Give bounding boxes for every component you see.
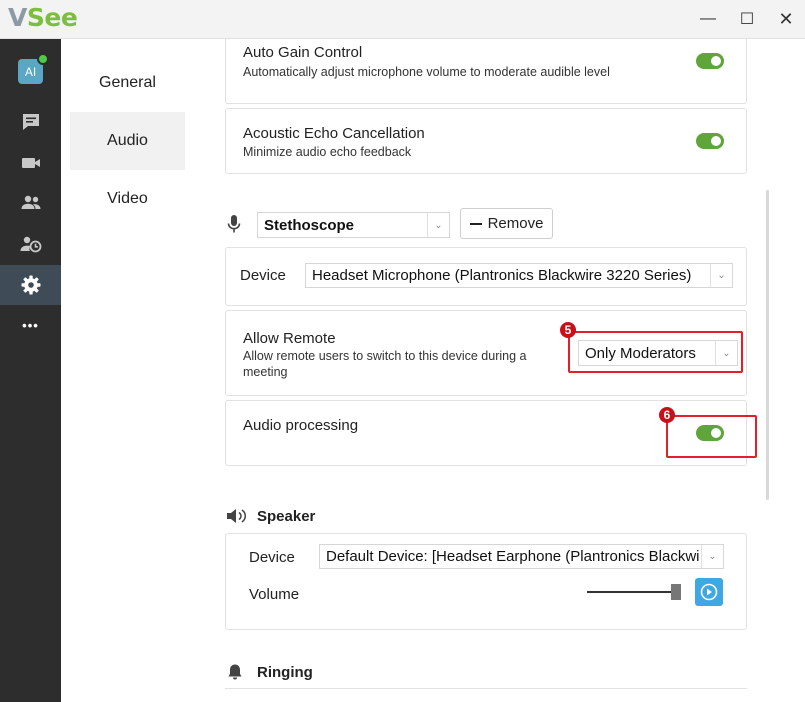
microphone-select[interactable]: Stethoscope ⌄ — [257, 212, 450, 238]
remove-button[interactable]: Remove — [460, 208, 553, 239]
ringing-card-edge — [225, 688, 747, 702]
nav-general[interactable]: General — [70, 54, 185, 112]
online-status-icon — [37, 53, 49, 65]
ringing-header: Ringing — [257, 664, 313, 681]
aec-card: Acoustic Echo Cancellation Minimize audi… — [225, 108, 747, 174]
maximize-button[interactable]: ☐ — [733, 6, 761, 32]
mic-device-card: Device Headset Microphone (Plantronics B… — [225, 247, 747, 306]
rail-item-video[interactable] — [0, 143, 61, 183]
audio-processing-title: Audio processing — [243, 417, 359, 434]
more-icon: ••• — [22, 317, 39, 333]
title-bar: VSee — ☐ ✕ — [0, 0, 805, 39]
test-speaker-button[interactable] — [695, 578, 723, 606]
gear-icon — [21, 275, 40, 295]
speaker-header: Speaker — [257, 508, 316, 525]
allow-remote-highlight — [568, 331, 743, 373]
step-badge-5: 5 — [560, 322, 576, 338]
vsee-logo: VSee — [8, 3, 78, 32]
aec-title: Acoustic Echo Cancellation — [243, 125, 425, 142]
aec-toggle[interactable] — [696, 133, 724, 149]
speaker-card: Device Default Device: [Headset Earphone… — [225, 533, 747, 630]
nav-video[interactable]: Video — [70, 170, 185, 228]
rail-item-more[interactable]: ••• — [0, 305, 61, 345]
left-rail: AI ••• — [0, 39, 61, 702]
close-icon: ✕ — [778, 8, 794, 29]
volume-slider-thumb[interactable] — [671, 584, 681, 600]
rail-item-chat[interactable] — [0, 102, 61, 142]
close-button[interactable]: ✕ — [772, 6, 800, 32]
video-icon — [21, 158, 40, 168]
step-badge-6: 6 — [659, 407, 675, 423]
maximize-icon: ☐ — [739, 11, 755, 28]
rail-item-settings[interactable] — [0, 265, 61, 305]
volume-slider-track[interactable] — [587, 591, 679, 593]
agc-card: Auto Gain Control Automatically adjust m… — [225, 39, 747, 104]
nav-audio[interactable]: Audio — [70, 112, 185, 170]
mic-device-label: Device — [240, 267, 286, 284]
settings-nav: General Audio Video — [61, 39, 196, 702]
aec-subtitle: Minimize audio echo feedback — [243, 145, 412, 159]
mic-device-select[interactable]: Headset Microphone (Plantronics Blackwir… — [305, 263, 733, 288]
minimize-icon: — — [700, 10, 716, 27]
minimize-button[interactable]: — — [694, 6, 722, 32]
contacts-icon — [21, 195, 40, 209]
speaker-device-label: Device — [249, 549, 295, 566]
chevron-down-icon: ⌄ — [701, 545, 723, 568]
agc-toggle[interactable] — [696, 53, 724, 69]
speaker-volume-label: Volume — [249, 586, 300, 603]
chat-icon — [22, 114, 39, 130]
agc-subtitle: Automatically adjust microphone volume t… — [243, 65, 610, 79]
rail-item-history[interactable] — [0, 224, 61, 264]
microphone-icon — [226, 214, 242, 239]
speaker-device-select[interactable]: Default Device: [Headset Earphone (Plant… — [319, 544, 724, 569]
chevron-down-icon: ⌄ — [710, 264, 732, 287]
history-icon — [20, 236, 41, 253]
audio-settings-content: Auto Gain Control Automatically adjust m… — [196, 39, 805, 702]
rail-item-contacts[interactable] — [0, 183, 61, 223]
chevron-down-icon: ⌄ — [427, 213, 449, 237]
bell-icon — [226, 663, 244, 686]
play-icon — [700, 583, 718, 601]
minus-icon — [469, 222, 482, 225]
content-scrollbar[interactable] — [766, 190, 769, 500]
allow-remote-subtitle: Allow remote users to switch to this dev… — [243, 349, 527, 379]
audio-processing-highlight — [666, 415, 757, 458]
agc-title: Auto Gain Control — [243, 44, 363, 61]
allow-remote-title: Allow Remote — [243, 330, 336, 347]
speaker-icon — [226, 508, 248, 529]
